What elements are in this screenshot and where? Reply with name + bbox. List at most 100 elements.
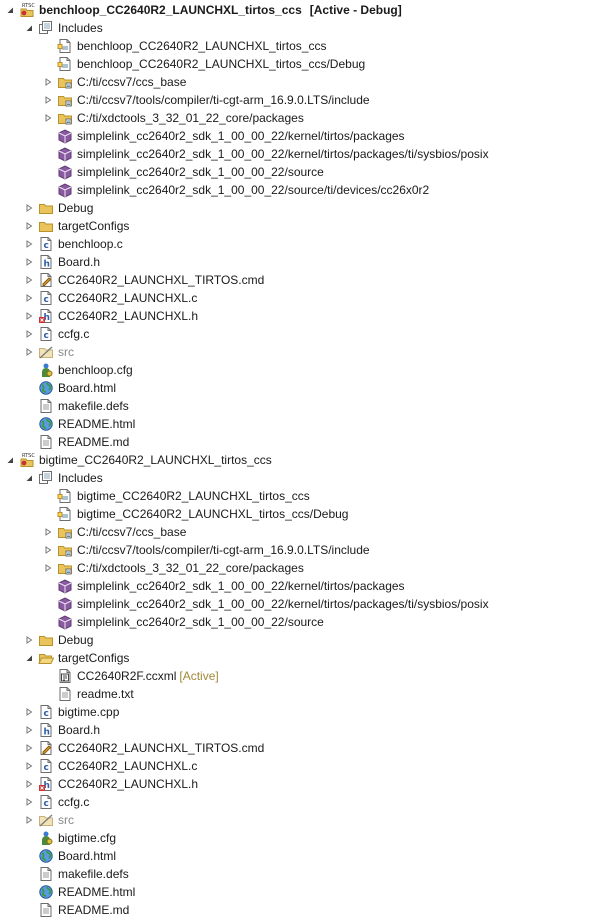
tree-item[interactable]: README.html [24,883,135,901]
tree-item[interactable]: c CC2640R2_LAUNCHXL.c [24,289,197,307]
collapse-arrow-icon[interactable] [24,469,34,487]
tree-item-label: simplelink_cc2640r2_sdk_1_00_00_22/sourc… [77,165,324,179]
tree-item[interactable]: h CC2640R2_LAUNCHXL.h [24,307,198,325]
text-file-icon [38,434,54,450]
tree-item-label: benchloop.cfg [58,363,133,377]
tree-item[interactable]: src [24,343,74,361]
tree-item[interactable]: simplelink_cc2640r2_sdk_1_00_00_22/sourc… [43,613,324,631]
expand-arrow-icon[interactable] [43,541,53,559]
expand-arrow-icon[interactable] [24,721,34,739]
tree-item[interactable]: readme.txt [43,685,134,703]
tree-item[interactable]: simplelink_cc2640r2_sdk_1_00_00_22/sourc… [43,163,324,181]
tree-item-label: makefile.defs [58,399,129,413]
expand-arrow-icon[interactable] [24,253,34,271]
tree-item-label: simplelink_cc2640r2_sdk_1_00_00_22/kerne… [77,147,489,161]
project-icon: RTSC [19,2,35,18]
folder-open-icon [38,650,54,666]
tree-item[interactable]: h CC2640R2_LAUNCHXL.h [24,775,198,793]
tree-item[interactable]: simplelink_cc2640r2_sdk_1_00_00_22/kerne… [43,145,489,163]
cmd-file-icon [38,740,54,756]
expand-arrow-icon[interactable] [24,757,34,775]
tree-item[interactable]: README.html [24,415,135,433]
expand-arrow-icon[interactable] [43,91,53,109]
expand-arrow-icon[interactable] [43,559,53,577]
tree-item[interactable]: CC2640R2_LAUNCHXL_TIRTOS.cmd [24,739,264,757]
expand-arrow-icon[interactable] [24,811,34,829]
tree-item[interactable]: h Board.h [24,253,100,271]
tree-item[interactable]: c benchloop.c [24,235,123,253]
tree-item[interactable]: Board.html [24,379,116,397]
tree-item[interactable]: c ccfg.c [24,793,89,811]
tree-item[interactable]: C:/ti/ccsv7/ccs_base [43,73,186,91]
project-node[interactable]: RTSC benchloop_CC2640R2_LAUNCHXL_tirtos_c… [5,1,402,19]
tree-item[interactable]: C:/ti/ccsv7/tools/compiler/ti-cgt-arm_16… [43,91,370,109]
tree-item[interactable]: Debug [24,199,93,217]
tree-item[interactable]: h Board.h [24,721,100,739]
tree-item[interactable]: src [24,811,74,829]
svg-text:c: c [44,763,49,773]
tree-item[interactable]: bigtime_CC2640R2_LAUNCHXL_tirtos_ccs [43,487,310,505]
tree-item[interactable]: simplelink_cc2640r2_sdk_1_00_00_22/kerne… [43,595,489,613]
expand-arrow-icon[interactable] [24,343,34,361]
expand-arrow-icon[interactable] [43,109,53,127]
tree-item[interactable]: benchloop_CC2640R2_LAUNCHXL_tirtos_ccs [43,37,326,55]
expand-arrow-icon[interactable] [43,523,53,541]
expand-arrow-icon[interactable] [24,703,34,721]
expand-arrow-icon[interactable] [24,307,34,325]
expand-arrow-icon[interactable] [24,325,34,343]
expand-arrow-icon[interactable] [24,217,34,235]
tree-item[interactable]: bigtime.cfg [24,829,116,847]
tree-item[interactable]: C:/ti/xdctools_3_32_01_22_core/packages [43,559,304,577]
collapse-arrow-icon[interactable] [5,1,15,19]
tree-item-label: bigtime_CC2640R2_LAUNCHXL_tirtos_ccs [39,453,272,467]
tree-item[interactable]: makefile.defs [24,397,129,415]
expand-arrow-icon[interactable] [43,73,53,91]
tree-item[interactable]: CC2640R2F.ccxml [Active] [43,667,219,685]
project-icon: RTSC [19,452,35,468]
tree-item[interactable]: C:/ti/ccsv7/ccs_base [43,523,186,541]
tree-item[interactable]: README.md [24,901,129,919]
tree-item[interactable]: Board.html [24,847,116,865]
tree-item[interactable]: README.md [24,433,129,451]
tree-item[interactable]: CC2640R2_LAUNCHXL_TIRTOS.cmd [24,271,264,289]
tree-item[interactable]: targetConfigs [24,217,129,235]
tree-item[interactable]: C:/ti/ccsv7/tools/compiler/ti-cgt-arm_16… [43,541,370,559]
tree-item-label: CC2640R2_LAUNCHXL.h [58,309,199,323]
collapse-arrow-icon[interactable] [24,649,34,667]
project-node[interactable]: RTSC bigtime_CC2640R2_LAUNCHXL_tirtos_ccs [5,451,272,469]
tree-item-label: C:/ti/ccsv7/tools/compiler/ti-cgt-arm_16… [77,93,370,107]
tree-item[interactable]: targetConfigs [24,649,129,667]
tree-item[interactable]: benchloop.cfg [24,361,133,379]
collapse-arrow-icon[interactable] [24,19,34,37]
tree-item-label: C:/ti/xdctools_3_32_01_22_core/packages [77,111,304,125]
expand-arrow-icon[interactable] [24,631,34,649]
tree-item[interactable]: simplelink_cc2640r2_sdk_1_00_00_22/sourc… [43,181,429,199]
tree-item-label: simplelink_cc2640r2_sdk_1_00_00_22/sourc… [77,615,324,629]
tree-item[interactable]: C:/ti/xdctools_3_32_01_22_core/packages [43,109,304,127]
tree-item-label: targetConfigs [58,651,130,665]
expand-arrow-icon[interactable] [24,199,34,217]
expand-arrow-icon[interactable] [24,739,34,757]
tree-item-label: CC2640R2F.ccxml [77,669,177,683]
tree-item[interactable]: makefile.defs [24,865,129,883]
expand-arrow-icon[interactable] [24,775,34,793]
expand-arrow-icon[interactable] [24,271,34,289]
collapse-arrow-icon[interactable] [5,451,15,469]
tree-item[interactable]: simplelink_cc2640r2_sdk_1_00_00_22/kerne… [43,127,405,145]
tree-item[interactable]: bigtime_CC2640R2_LAUNCHXL_tirtos_ccs/Deb… [43,505,348,523]
tree-item[interactable]: Debug [24,631,93,649]
tree-item-label: simplelink_cc2640r2_sdk_1_00_00_22/sourc… [77,183,430,197]
tree-item[interactable]: Includes [24,19,103,37]
tree-item[interactable]: c bigtime.cpp [24,703,119,721]
expand-arrow-icon[interactable] [24,793,34,811]
expand-arrow-icon[interactable] [24,235,34,253]
tree-item[interactable]: benchloop_CC2640R2_LAUNCHXL_tirtos_ccs/D… [43,55,365,73]
tree-item[interactable]: c ccfg.c [24,325,89,343]
tree-item[interactable]: c CC2640R2_LAUNCHXL.c [24,757,197,775]
expand-arrow-icon[interactable] [24,289,34,307]
tree-item[interactable]: Includes [24,469,103,487]
tree-item[interactable]: simplelink_cc2640r2_sdk_1_00_00_22/kerne… [43,577,405,595]
